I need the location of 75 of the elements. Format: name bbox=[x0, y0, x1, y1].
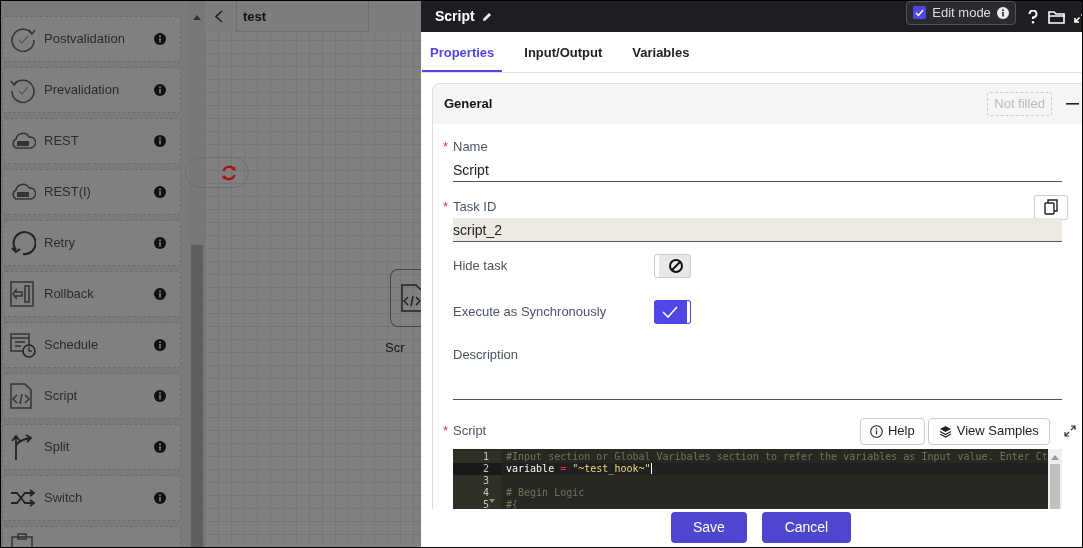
line-number: 4 bbox=[482, 487, 489, 499]
palette-item[interactable]: Switch bbox=[2, 475, 181, 521]
task-id-field[interactable]: script_2 bbox=[453, 218, 1062, 242]
section-title: General bbox=[444, 95, 493, 114]
line-number: 3 bbox=[482, 475, 489, 487]
text-cursor bbox=[650, 463, 652, 474]
edit-mode-control[interactable]: Edit mode bbox=[906, 1, 1016, 25]
layers-icon bbox=[938, 424, 952, 438]
shuffle-icon bbox=[10, 488, 36, 508]
cloud-icon bbox=[10, 183, 36, 201]
panel-title: Script bbox=[435, 7, 475, 26]
palette-item[interactable]: Retry bbox=[2, 220, 181, 266]
tab[interactable]: Variables bbox=[624, 42, 698, 72]
view-samples-button[interactable]: View Samples bbox=[927, 417, 1050, 445]
palette-item[interactable]: Schedule bbox=[2, 322, 181, 368]
cloud-icon bbox=[10, 132, 36, 150]
status-badge: Not filled bbox=[987, 92, 1052, 116]
field-label: Name bbox=[453, 138, 488, 157]
field-label: Script bbox=[453, 422, 487, 441]
script-icon bbox=[10, 383, 32, 409]
copy-button[interactable] bbox=[1033, 194, 1068, 220]
tab[interactable]: Properties bbox=[422, 42, 503, 72]
scroll-up-icon[interactable] bbox=[193, 15, 201, 20]
check-icon bbox=[662, 306, 678, 318]
info-icon bbox=[869, 424, 883, 438]
required-asterisk: * bbox=[443, 138, 450, 157]
palette-item[interactable]: Postvalidation bbox=[2, 16, 181, 62]
code-line: #Input section or Global Varibales section to refer the variables as Input value. Enter Ct bbox=[505, 451, 1048, 463]
save-button[interactable]: Save bbox=[670, 512, 747, 543]
field-label: Task ID bbox=[453, 198, 497, 217]
field-label: Hide task bbox=[453, 257, 508, 276]
toggle-switch[interactable] bbox=[655, 255, 690, 277]
code-line: #{ bbox=[505, 499, 519, 509]
info-icon[interactable] bbox=[996, 6, 1009, 19]
retry-icon bbox=[10, 230, 36, 256]
rollback-icon bbox=[10, 281, 34, 307]
split-arrow-icon bbox=[10, 433, 34, 461]
folder-icon[interactable] bbox=[1047, 9, 1066, 24]
code-line: variable = "~test_hook~" bbox=[505, 463, 652, 475]
copy-icon bbox=[1043, 199, 1058, 215]
code-editor[interactable]: 1 #Input section or Global Varibales section to refer the variables as Input value. Enter Ct 2 variable = "~test_hook~" 3 4 # Begin Logic 5 #{ bbox=[453, 449, 1062, 509]
edit-mode-label: Edit mode bbox=[932, 3, 991, 22]
tab[interactable]: Input/Output bbox=[516, 42, 611, 72]
field-label: Description bbox=[453, 346, 519, 365]
back-icon[interactable] bbox=[215, 10, 223, 23]
palette-item[interactable]: Prevalidation bbox=[2, 67, 181, 113]
script-icon bbox=[401, 284, 421, 312]
line-number: 2 bbox=[482, 463, 489, 475]
cycle-check-icon bbox=[10, 26, 36, 52]
canvas-tab[interactable]: test bbox=[236, 1, 369, 32]
fold-icon[interactable] bbox=[489, 499, 495, 503]
scrollbar[interactable] bbox=[1047, 449, 1062, 509]
palette-item[interactable]: Script bbox=[2, 373, 181, 419]
prohibited-icon bbox=[668, 258, 684, 274]
palette-item[interactable]: REST(I) bbox=[2, 169, 181, 215]
code-line: # Begin Logic bbox=[505, 487, 585, 499]
scrollbar-thumb[interactable] bbox=[191, 245, 203, 547]
cancel-button[interactable]: Cancel bbox=[761, 512, 851, 543]
cycle-check-icon bbox=[10, 77, 36, 103]
help-icon[interactable] bbox=[1027, 9, 1038, 24]
toggle-switch[interactable] bbox=[655, 301, 690, 323]
palette-item[interactable]: Split bbox=[2, 424, 181, 470]
palette-item[interactable]: Rollback bbox=[2, 271, 181, 317]
calendar-clock-icon bbox=[10, 332, 36, 358]
help-button[interactable]: Help bbox=[859, 417, 925, 445]
line-number: 1 bbox=[482, 451, 489, 463]
node-label: Scr bbox=[385, 339, 405, 357]
edit-mode-checkbox[interactable] bbox=[913, 6, 927, 19]
required-asterisk: * bbox=[443, 422, 450, 441]
required-asterisk: * bbox=[443, 198, 450, 217]
palette-item[interactable]: REST bbox=[2, 118, 181, 164]
field-label: Execute as Synchronously bbox=[453, 303, 607, 322]
pencil-icon[interactable] bbox=[480, 10, 493, 23]
expand-icon[interactable] bbox=[1063, 425, 1076, 437]
line-number: 5 bbox=[482, 499, 489, 509]
